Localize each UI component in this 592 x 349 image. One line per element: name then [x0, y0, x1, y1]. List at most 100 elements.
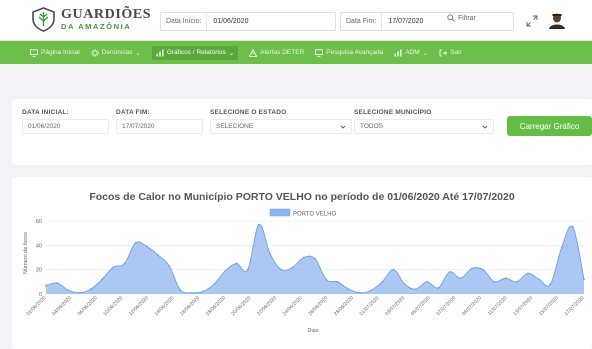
- monitor-icon: [30, 48, 38, 57]
- nav-item-label: Página Inicial: [41, 49, 80, 56]
- x-axis-title: Dias: [307, 328, 318, 334]
- x-tick-label: 07/07/2020: [435, 295, 457, 317]
- data-point[interactable]: [392, 268, 395, 271]
- logo-title: GUARDIÕES: [61, 7, 152, 23]
- chevron-down-icon: ⌄: [422, 49, 429, 57]
- logout-icon: [439, 49, 448, 56]
- data-point[interactable]: [426, 280, 428, 283]
- x-tick-label: 22/06/2020: [256, 295, 278, 317]
- start-date-label: DATA INICIAL:: [22, 109, 69, 116]
- x-tick-label: 15/07/2020: [538, 295, 560, 317]
- legend-swatch[interactable]: [269, 208, 291, 217]
- data-point[interactable]: [538, 278, 541, 281]
- data-point[interactable]: [493, 280, 496, 283]
- start-date-input[interactable]: 01/06/2020: [22, 119, 109, 134]
- data-point[interactable]: [123, 262, 126, 265]
- nav-item-pesquisa-avancada[interactable]: Pesquisa Avançada: [315, 48, 383, 57]
- nav-item-pagina-inicial[interactable]: Página Inicial: [30, 48, 80, 57]
- data-point[interactable]: [45, 284, 47, 287]
- x-tick-label: 20/06/2020: [230, 295, 252, 317]
- x-tick-label: 10/06/2020: [102, 295, 124, 317]
- data-point[interactable]: [482, 268, 485, 271]
- expand-icon[interactable]: [526, 15, 538, 27]
- data-point[interactable]: [504, 277, 507, 280]
- app-logo[interactable]: GUARDIÕES DA AMAZÔNIA: [31, 7, 151, 32]
- data-point[interactable]: [202, 290, 204, 293]
- filter-button[interactable]: Filtrar: [447, 14, 476, 22]
- nav-item-graficos[interactable]: Gráficos / Relatórios ⌄: [151, 45, 239, 60]
- chevron-down-icon: [340, 125, 346, 129]
- data-point[interactable]: [414, 288, 417, 291]
- header-end-date[interactable]: Data Fim: 17/07/2020: [340, 12, 514, 31]
- top-header: GUARDIÕES DA AMAZÔNIA Data Início: 01/06…: [0, 0, 592, 41]
- municipality-select-label: SELECIONE MUNICÍPIO: [354, 109, 432, 116]
- data-point[interactable]: [370, 289, 372, 292]
- data-point[interactable]: [269, 252, 272, 255]
- data-point[interactable]: [437, 287, 440, 289]
- x-tick-label: 16/06/2020: [179, 295, 201, 317]
- header-end-date-label: Data Fim:: [341, 13, 383, 30]
- data-point[interactable]: [235, 262, 238, 265]
- data-point[interactable]: [314, 257, 316, 260]
- nav-item-adm[interactable]: ADM ⌄: [394, 49, 428, 57]
- data-point[interactable]: [448, 271, 451, 273]
- state-select[interactable]: SELECIONE: [210, 119, 352, 134]
- filter-panel: DATA INICIAL: 01/06/2020 DATA FIM: 17/07…: [12, 99, 592, 165]
- data-point[interactable]: [291, 266, 294, 269]
- data-point[interactable]: [168, 265, 171, 267]
- data-point[interactable]: [347, 288, 350, 291]
- y-axis-title: Número de focos: [23, 232, 29, 274]
- x-tick-label: 12/06/2020: [128, 295, 150, 317]
- x-tick-label: 05/07/2020: [410, 295, 432, 317]
- legend-label[interactable]: PORTO VELHO: [293, 212, 336, 218]
- data-point[interactable]: [381, 280, 384, 283]
- data-point[interactable]: [190, 291, 193, 294]
- data-point[interactable]: [459, 277, 462, 280]
- nav-item-alertas-deter[interactable]: Alertas DETER: [249, 48, 304, 57]
- x-tick-label: 04/06/2020: [51, 295, 73, 317]
- data-point[interactable]: [134, 242, 137, 244]
- shield-logo-icon: [32, 7, 55, 32]
- header-start-date-value[interactable]: 01/06/2020: [207, 18, 248, 25]
- nav-item-denuncias[interactable]: Denúncias ⌄: [90, 48, 141, 57]
- header-end-date-value[interactable]: 17/07/2020: [382, 18, 423, 25]
- bar-chart-icon: [394, 49, 402, 56]
- data-point[interactable]: [471, 267, 473, 270]
- data-point[interactable]: [78, 291, 81, 294]
- data-point[interactable]: [302, 256, 305, 259]
- user-avatar-icon[interactable]: [547, 10, 567, 30]
- data-point[interactable]: [179, 289, 182, 292]
- header-start-date[interactable]: Data Início: 01/06/2020: [160, 12, 336, 31]
- data-point[interactable]: [336, 280, 339, 283]
- data-point[interactable]: [224, 269, 227, 272]
- municipality-select[interactable]: TODOS: [354, 119, 494, 134]
- x-tick-label: 11/07/2020: [487, 295, 509, 317]
- data-point[interactable]: [583, 278, 585, 281]
- gear-icon: [90, 48, 99, 57]
- x-tick-label: 18/06/2020: [205, 295, 227, 317]
- end-date-input[interactable]: 17/07/2020: [116, 119, 203, 134]
- data-point[interactable]: [403, 283, 406, 286]
- data-point[interactable]: [213, 283, 216, 286]
- y-tick-label: 60: [36, 219, 42, 225]
- nav-item-label: Gráficos / Relatórios: [166, 49, 226, 56]
- data-point[interactable]: [358, 291, 361, 294]
- data-point[interactable]: [515, 280, 518, 283]
- nav-item-sair[interactable]: Sair: [439, 49, 462, 57]
- data-point[interactable]: [258, 223, 260, 226]
- data-point[interactable]: [325, 278, 328, 281]
- data-point[interactable]: [280, 268, 283, 271]
- data-point[interactable]: [112, 266, 115, 269]
- data-point[interactable]: [157, 254, 159, 256]
- data-point[interactable]: [560, 246, 563, 249]
- load-chart-button[interactable]: Carregar Gráfico: [507, 116, 592, 136]
- data-point[interactable]: [89, 288, 92, 291]
- data-point[interactable]: [549, 283, 552, 286]
- data-point[interactable]: [527, 272, 529, 275]
- data-point[interactable]: [67, 289, 70, 292]
- data-point[interactable]: [571, 226, 574, 228]
- data-point[interactable]: [246, 268, 249, 271]
- data-point[interactable]: [145, 245, 148, 248]
- data-point[interactable]: [101, 278, 103, 281]
- data-point[interactable]: [56, 282, 59, 284]
